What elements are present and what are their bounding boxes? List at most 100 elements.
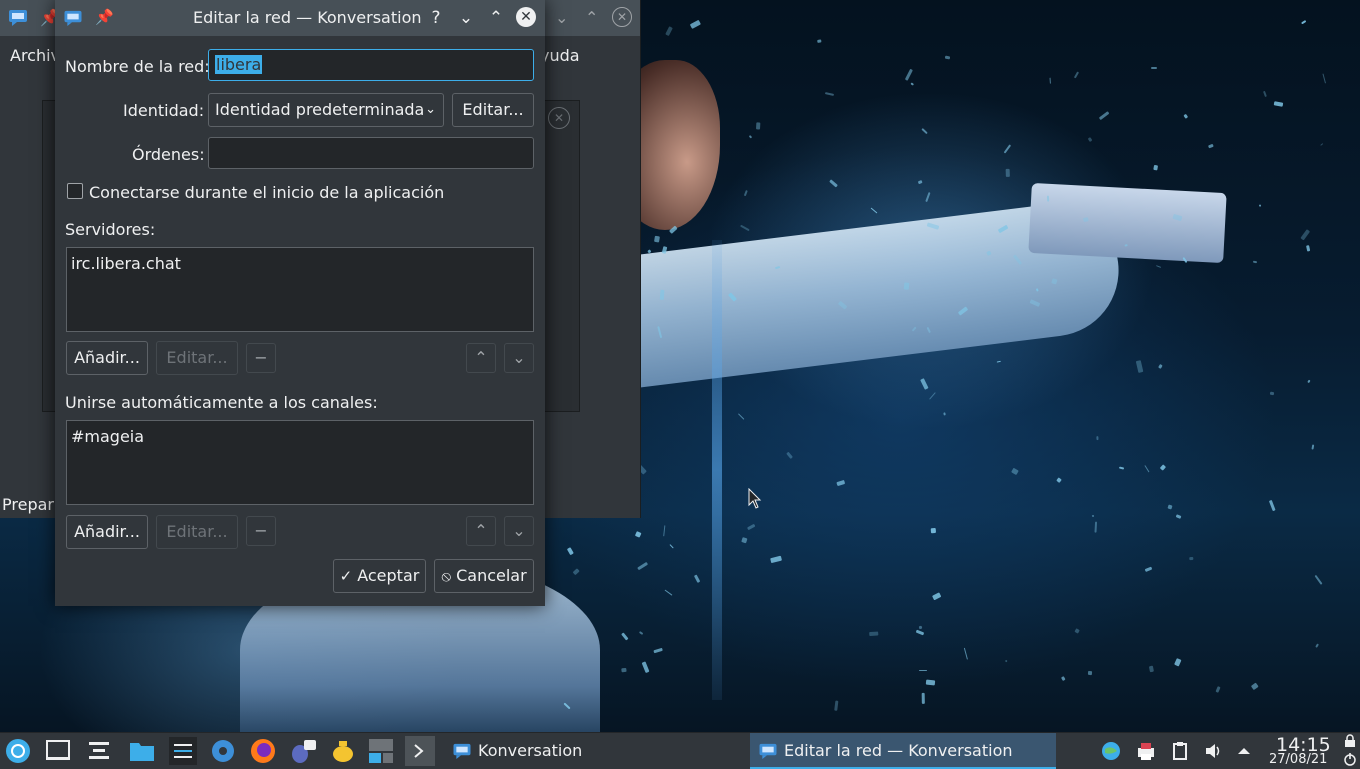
- edit-identity-button[interactable]: Editar...: [452, 93, 534, 127]
- teapot-icon[interactable]: [329, 737, 357, 765]
- minimize-icon[interactable]: ⌄: [555, 8, 568, 27]
- remove-channel-button[interactable]: −: [246, 516, 276, 546]
- glass-shard: [1182, 113, 1189, 119]
- glass-shard: [1321, 73, 1326, 84]
- printer-icon[interactable]: [1136, 741, 1156, 761]
- lock-icon[interactable]: [1343, 734, 1357, 748]
- edit-channel-button[interactable]: Editar...: [156, 515, 238, 549]
- task-konversation[interactable]: Konversation: [444, 733, 748, 769]
- glass-shard: [924, 191, 931, 202]
- list-item[interactable]: irc.libera.chat: [71, 254, 529, 273]
- glass-shard: [1144, 465, 1150, 473]
- close-icon[interactable]: ✕: [516, 7, 536, 27]
- pager-icon[interactable]: [85, 737, 113, 765]
- file-manager-icon[interactable]: [128, 737, 156, 765]
- glass-shard: [997, 360, 1001, 363]
- glass-shard: [1004, 659, 1008, 663]
- autoconnect-checkbox[interactable]: [67, 183, 83, 199]
- glass-shard: [917, 180, 923, 185]
- glass-shard: [1175, 514, 1182, 520]
- pin-icon[interactable]: 📌: [95, 8, 114, 26]
- menu-file[interactable]: Archiv: [10, 46, 60, 65]
- move-channel-up-button[interactable]: ⌃: [466, 516, 496, 546]
- remove-server-button[interactable]: −: [246, 343, 276, 373]
- close-icon[interactable]: ✕: [612, 7, 632, 27]
- identity-value: Identidad predeterminada: [215, 100, 425, 119]
- gear-icon[interactable]: [209, 737, 237, 765]
- glass-shard: [915, 629, 924, 635]
- glass-shard: [770, 555, 782, 563]
- chevron-down-icon: ⌄: [512, 521, 526, 540]
- power-icon[interactable]: [1343, 752, 1357, 766]
- show-desktop-icon[interactable]: [44, 737, 72, 765]
- glass-shard: [741, 537, 748, 544]
- konversation-icon: [759, 743, 777, 759]
- commands-label: Órdenes:: [132, 145, 205, 164]
- add-server-label: Añadir...: [74, 348, 140, 367]
- menu-help[interactable]: yuda: [540, 46, 580, 65]
- glass-shard: [1258, 204, 1262, 208]
- servers-list[interactable]: irc.libera.chat: [66, 247, 534, 332]
- firefox-icon[interactable]: [249, 737, 277, 765]
- commands-input[interactable]: [208, 137, 534, 169]
- glass-shard: [918, 625, 923, 630]
- close-icon[interactable]: ✕: [548, 107, 570, 129]
- glass-shard: [659, 289, 665, 301]
- cancel-icon: ⦸: [441, 567, 452, 585]
- task-label: Editar la red — Konversation: [784, 741, 1013, 760]
- add-server-button[interactable]: Añadir...: [66, 341, 148, 375]
- glass-shard: [566, 547, 574, 556]
- task-label: Konversation: [478, 741, 583, 760]
- expand-tray-icon[interactable]: [1234, 741, 1254, 761]
- channels-label: Unirse automáticamente a los canales:: [65, 393, 378, 412]
- glass-shard: [1010, 467, 1019, 476]
- ok-button[interactable]: ✓ Aceptar: [333, 559, 426, 593]
- glass-shard: [964, 648, 969, 660]
- glass-shard: [1094, 521, 1098, 533]
- volume-icon[interactable]: [1204, 741, 1224, 761]
- task-edit-network[interactable]: Editar la red — Konversation: [750, 733, 1056, 769]
- glass-shard: [930, 527, 937, 533]
- konsole-icon[interactable]: [405, 736, 435, 766]
- maximize-icon[interactable]: ⌃: [585, 8, 598, 27]
- clock-date[interactable]: 27/08/21: [1269, 752, 1327, 767]
- konversation-icon: [453, 743, 471, 759]
- glass-shard: [833, 700, 838, 712]
- cancel-button[interactable]: ⦸ Cancelar: [434, 559, 534, 593]
- edit-server-button[interactable]: Editar...: [156, 341, 238, 375]
- identity-combobox[interactable]: Identidad predeterminada ⌄: [208, 93, 444, 127]
- glass-shard: [621, 668, 627, 674]
- system-settings-icon[interactable]: [169, 737, 197, 765]
- add-channel-label: Añadir...: [74, 522, 140, 541]
- maximize-icon[interactable]: ⌃: [485, 7, 507, 29]
- window-switcher-icon[interactable]: [367, 737, 395, 765]
- add-channel-button[interactable]: Añadir...: [66, 515, 148, 549]
- network-globe-icon[interactable]: [1101, 741, 1121, 761]
- autoconnect-label[interactable]: Conectarse durante el inicio de la aplic…: [89, 183, 444, 202]
- chat-client-icon[interactable]: [289, 737, 317, 765]
- servers-label: Servidores:: [65, 220, 156, 239]
- glass-shard: [1003, 144, 1011, 155]
- move-channel-down-button[interactable]: ⌄: [504, 516, 534, 546]
- glass-shard: [749, 135, 753, 140]
- minus-icon: −: [254, 348, 268, 367]
- glass-shard: [737, 413, 745, 421]
- glass-shard: [1306, 245, 1311, 253]
- glass-shard: [1273, 101, 1284, 107]
- glass-shard: [825, 92, 835, 96]
- network-name-value: libera: [215, 55, 263, 74]
- list-item[interactable]: #mageia: [71, 427, 529, 446]
- help-icon[interactable]: ?: [425, 7, 447, 29]
- move-server-down-button[interactable]: ⌄: [504, 343, 534, 373]
- network-name-input[interactable]: libera: [208, 49, 534, 81]
- clipboard-icon[interactable]: [1170, 741, 1190, 761]
- channels-list[interactable]: #mageia: [66, 420, 534, 505]
- application-launcher-icon[interactable]: [4, 737, 32, 765]
- glass-shard: [817, 39, 822, 43]
- glass-shard: [836, 479, 845, 486]
- glass-shard: [1048, 78, 1051, 85]
- move-server-up-button[interactable]: ⌃: [466, 343, 496, 373]
- glass-shard: [869, 631, 879, 637]
- glass-shard: [1300, 20, 1307, 25]
- minimize-icon[interactable]: ⌄: [455, 7, 477, 29]
